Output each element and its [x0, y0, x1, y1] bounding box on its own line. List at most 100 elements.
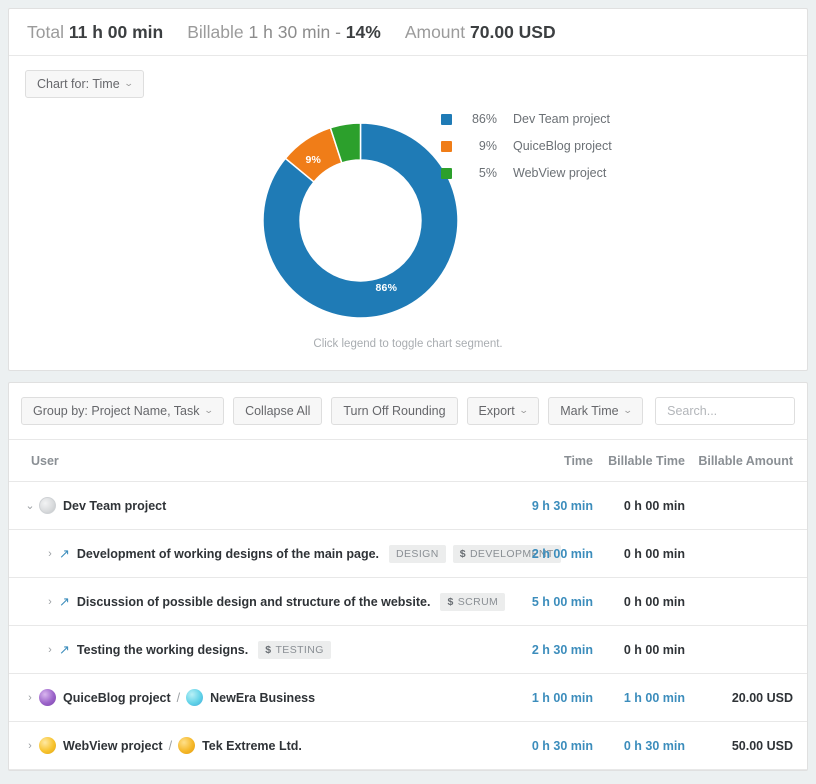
legend-label: WebView project — [513, 166, 606, 180]
client-name[interactable]: NewEra Business — [210, 691, 315, 705]
donut-chart: 86% 9% 86% Dev Team project 9% QuiceBlog… — [9, 104, 807, 336]
tag-label: SCRUM — [458, 596, 499, 608]
search-input[interactable] — [655, 397, 795, 425]
table-toolbar: Group by: Project Name, Task ⌄ Collapse … — [9, 383, 807, 440]
chart-card: Total 11 h 00 min Billable 1 h 30 min - … — [8, 8, 808, 371]
cell-user: ›↗ Development of working designs of the … — [9, 530, 515, 578]
column-header-billable-time[interactable]: Billable Time — [601, 440, 697, 482]
summary-billable: Billable 1 h 30 min - 14% — [187, 22, 381, 43]
cell-user: ›↗ Discussion of possible design and stru… — [9, 578, 515, 626]
cell-time[interactable]: 5 h 00 min — [515, 578, 601, 626]
chevron-right-icon[interactable]: › — [41, 596, 59, 608]
legend-percent: 86% — [463, 112, 497, 126]
table-head: User Time Billable Time Billable Amount — [9, 440, 807, 482]
table-row[interactable]: ›↗ Testing the working designs. $TESTING 2 … — [9, 626, 807, 674]
chart-hint: Click legend to toggle chart segment. — [9, 336, 807, 370]
chevron-right-icon[interactable]: › — [41, 548, 59, 560]
project-name[interactable]: Dev Team project — [63, 499, 166, 513]
summary-total-label: Total — [27, 22, 64, 42]
cell-user: › QuiceBlog project / NewEra Business — [9, 674, 515, 722]
legend-item-dev-team[interactable]: 86% Dev Team project — [441, 112, 612, 126]
summary-billable-pct: 14% — [346, 22, 381, 42]
cell-billable-amount — [697, 578, 807, 626]
turn-off-rounding-button[interactable]: Turn Off Rounding — [331, 397, 457, 425]
chevron-right-icon[interactable]: › — [21, 692, 39, 704]
table-row[interactable]: ›↗ Development of working designs of the … — [9, 530, 807, 578]
cell-billable-time: 0 h 00 min — [601, 530, 697, 578]
summary-amount-label: Amount — [405, 22, 465, 42]
cell-user: ›↗ Testing the working designs. $TESTING — [9, 626, 515, 674]
client-name[interactable]: Tek Extreme Ltd. — [202, 739, 302, 753]
table-row[interactable]: ⌄ Dev Team project 9 h 30 min 0 h 00 min — [9, 482, 807, 530]
table-row[interactable]: › QuiceBlog project / NewEra Business 1 h 00… — [9, 674, 807, 722]
project-avatar-icon — [39, 689, 56, 706]
donut-graphic: 86% 9% — [263, 123, 458, 318]
cell-billable-time: 0 h 00 min — [601, 482, 697, 530]
cell-billable-amount — [697, 530, 807, 578]
cell-time-value: 1 h 00 min — [532, 691, 593, 705]
cell-user: ›WebView project/Tek Extreme Ltd. — [9, 722, 515, 770]
chevron-right-icon[interactable]: › — [21, 740, 39, 752]
client-avatar-icon — [178, 737, 195, 754]
cell-billable-amount: 20.00 USD — [697, 674, 807, 722]
cell-time-value: 9 h 30 min — [532, 499, 593, 513]
legend-item-quiceblog[interactable]: 9% QuiceBlog project — [441, 139, 612, 153]
tag-label: DESIGN — [396, 548, 439, 560]
cell-billable-time-value: 0 h 30 min — [624, 739, 685, 753]
table-body: ⌄Dev Team project9 h 30 min0 h 00 min›↗D… — [9, 482, 807, 770]
table-row[interactable]: ›↗ Discussion of possible design and stru… — [9, 578, 807, 626]
billable-dollar-icon: $ — [447, 596, 453, 608]
summary-billable-value: 1 h 30 min - — [249, 22, 346, 42]
cell-time[interactable]: 0 h 30 min — [515, 722, 601, 770]
legend-label: Dev Team project — [513, 112, 610, 126]
cell-billable-amount-value: 50.00 USD — [732, 739, 793, 753]
chevron-down-icon: ⌄ — [518, 403, 528, 417]
group-by-dropdown[interactable]: Group by: Project Name, Task ⌄ — [21, 397, 224, 425]
table-row[interactable]: ›WebView project/Tek Extreme Ltd.0 h 30 … — [9, 722, 807, 770]
cell-billable-time-value: 0 h 00 min — [624, 595, 685, 609]
row-content: ›WebView project/Tek Extreme Ltd. — [21, 737, 515, 754]
chevron-down-icon[interactable]: ⌄ — [21, 499, 39, 512]
row-content: › QuiceBlog project / NewEra Business — [21, 689, 515, 706]
legend-percent: 5% — [463, 166, 497, 180]
task-name[interactable]: Testing the working designs. — [77, 643, 248, 657]
chevron-right-icon[interactable]: › — [41, 644, 59, 656]
row-content: ›↗ Testing the working designs. $TESTING — [21, 641, 515, 659]
project-name[interactable]: WebView project — [63, 739, 163, 753]
legend-item-webview[interactable]: 5% WebView project — [441, 166, 612, 180]
client-avatar-icon — [186, 689, 203, 706]
task-name[interactable]: Development of working designs of the ma… — [77, 547, 379, 561]
external-link-icon[interactable]: ↗ — [59, 546, 70, 562]
tag-badge[interactable]: DESIGN — [389, 545, 446, 563]
summary-total: Total 11 h 00 min — [27, 22, 163, 43]
mark-time-dropdown[interactable]: Mark Time ⌄ — [548, 397, 643, 425]
tag-label: TESTING — [275, 644, 323, 656]
task-name[interactable]: Discussion of possible design and struct… — [77, 595, 431, 609]
summary-bar: Total 11 h 00 min Billable 1 h 30 min - … — [9, 9, 807, 56]
cell-time[interactable]: 2 h 30 min — [515, 626, 601, 674]
tag-badge[interactable]: $ SCRUM — [440, 593, 505, 611]
cell-time[interactable]: 1 h 00 min — [515, 674, 601, 722]
legend-swatch-icon — [441, 168, 452, 179]
column-header-user[interactable]: User — [9, 440, 515, 482]
collapse-all-button[interactable]: Collapse All — [233, 397, 322, 425]
column-header-billable-amount[interactable]: Billable Amount — [697, 440, 807, 482]
chart-for-dropdown[interactable]: Chart for: Time ⌄ — [25, 70, 144, 98]
legend-label: QuiceBlog project — [513, 139, 612, 153]
project-avatar-icon — [39, 737, 56, 754]
billable-dollar-icon: $ — [460, 548, 466, 560]
external-link-icon[interactable]: ↗ — [59, 642, 70, 658]
cell-billable-time: 0 h 00 min — [601, 578, 697, 626]
cell-billable-time[interactable]: 0 h 30 min — [601, 722, 697, 770]
export-dropdown[interactable]: Export ⌄ — [467, 397, 540, 425]
project-name[interactable]: QuiceBlog project — [63, 691, 171, 705]
cell-billable-time[interactable]: 1 h 00 min — [601, 674, 697, 722]
column-header-time[interactable]: Time — [515, 440, 601, 482]
name-separator: / — [177, 691, 180, 705]
project-avatar-icon — [39, 497, 56, 514]
tag-badge[interactable]: $TESTING — [258, 641, 331, 659]
export-label: Export — [479, 404, 515, 418]
external-link-icon[interactable]: ↗ — [59, 594, 70, 610]
cell-billable-time-value: 0 h 00 min — [624, 547, 685, 561]
cell-time[interactable]: 9 h 30 min — [515, 482, 601, 530]
